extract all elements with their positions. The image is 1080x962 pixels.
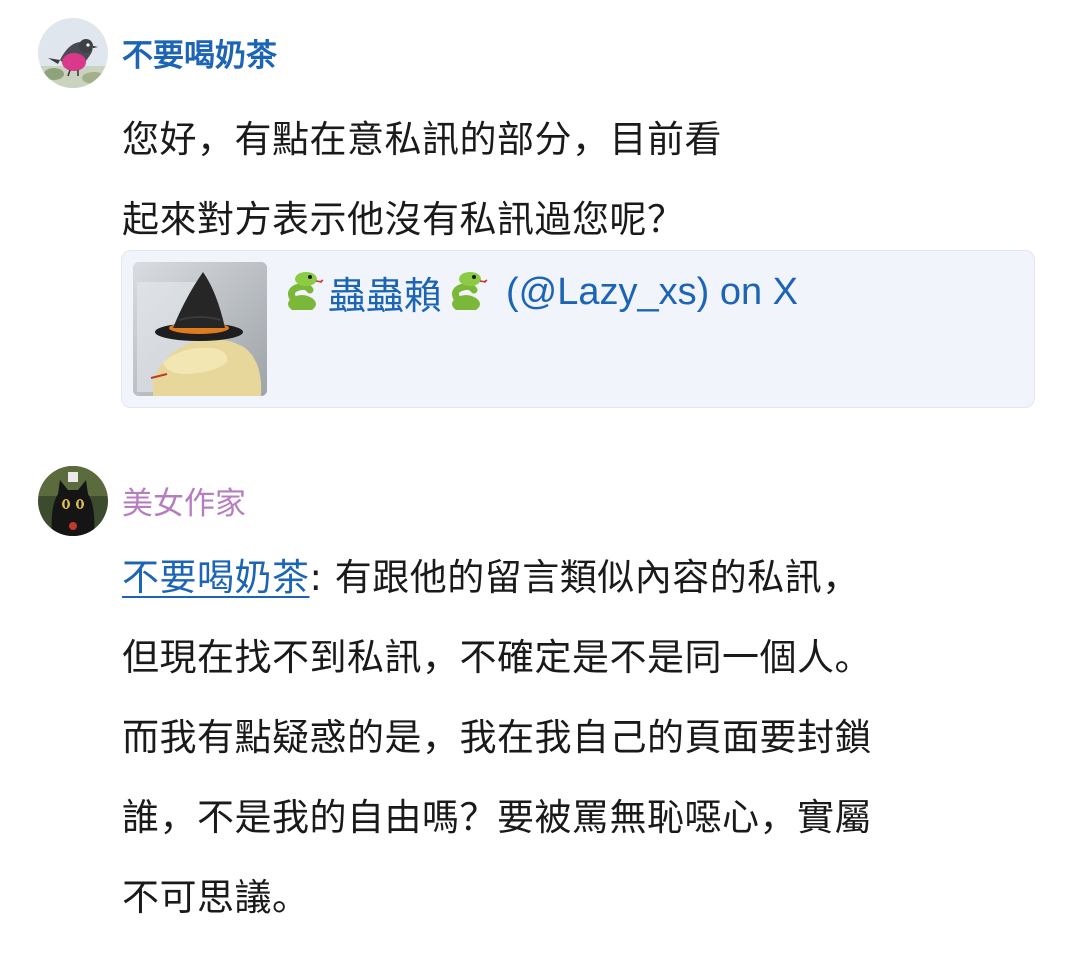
- comment-line: 不可思議。: [122, 876, 310, 919]
- comment-line: 而我有點疑惑的是，我在我自己的頁面要封鎖: [122, 716, 872, 759]
- snake-emoji-icon: [451, 272, 488, 310]
- embed-title-name: 蟲蟲賴: [328, 275, 443, 318]
- username[interactable]: 不要喝奶茶: [122, 36, 277, 76]
- avatar[interactable]: [38, 18, 108, 88]
- snake-witch-hat-image-icon: [133, 262, 267, 396]
- comment-line: 起來對方表示他沒有私訊過您呢？: [122, 198, 685, 241]
- comment-line: 您好，有點在意私訊的部分，目前看: [122, 118, 722, 161]
- embed-thumbnail: [133, 262, 267, 396]
- link-embed-card[interactable]: 蟲蟲賴 (@Lazy_xs) on X: [121, 250, 1035, 408]
- comment-line: 誰，不是我的自由嗎？要被罵無恥噁心，實屬: [122, 796, 872, 839]
- mention-link[interactable]: 不要喝奶茶: [122, 556, 310, 599]
- username[interactable]: 美女作家: [122, 484, 246, 524]
- embed-title-handle: (@Lazy_xs) on X: [506, 270, 799, 313]
- comment-body: 不要喝奶茶: 有跟他的留言類似內容的私訊， 但現在找不到私訊，不確定是不是同一個…: [122, 538, 872, 938]
- comment-line: 不要喝奶茶: 有跟他的留言類似內容的私訊，: [122, 538, 872, 618]
- snake-emoji-icon: [287, 272, 324, 310]
- embed-title[interactable]: 蟲蟲賴 (@Lazy_xs) on X: [282, 267, 799, 318]
- cat-avatar-icon: [38, 466, 108, 536]
- comment-line: 但現在找不到私訊，不確定是不是同一個人。: [122, 636, 872, 679]
- comment-body: 您好，有點在意私訊的部分，目前看 起來對方表示他沒有私訊過您呢？: [122, 100, 722, 260]
- avatar[interactable]: [38, 466, 108, 536]
- bird-avatar-icon: [38, 18, 108, 88]
- mention-suffix: : 有跟他的留言類似內容的私訊，: [309, 556, 860, 599]
